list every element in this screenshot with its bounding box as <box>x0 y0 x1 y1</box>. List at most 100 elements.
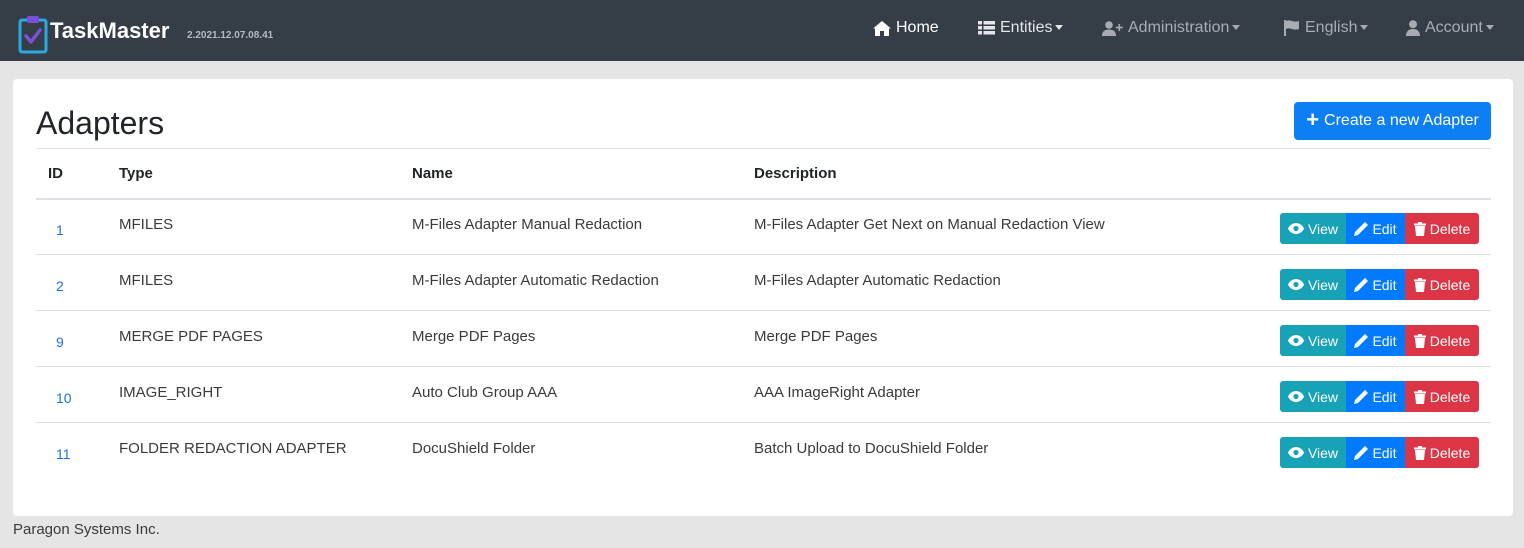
pencil-icon <box>1354 445 1369 460</box>
delete-button[interactable]: Delete <box>1405 213 1479 245</box>
nav-administration-label: Administration <box>1128 19 1230 36</box>
edit-label: Edit <box>1372 388 1397 405</box>
adapter-name: M-Files Adapter Manual Redaction <box>412 216 643 234</box>
adapter-name: Merge PDF Pages <box>412 328 536 345</box>
eye-icon <box>1287 279 1304 290</box>
adapter-name: Auto Club Group AAA <box>412 384 558 401</box>
view-button[interactable]: View <box>1280 437 1346 469</box>
cell-name: M-Files Adapter Automatic Redaction <box>400 254 742 311</box>
cell-actions: View Edit Delete <box>1242 310 1491 367</box>
cell-type: MERGE PDF PAGES <box>107 310 400 367</box>
pencil-icon <box>1354 277 1369 292</box>
nav-home-label: Home <box>896 19 939 36</box>
adapter-id-link[interactable]: 2 <box>56 278 64 294</box>
nav-language[interactable]: English <box>1284 19 1369 37</box>
cell-type: IMAGE_RIGHT <box>107 366 400 423</box>
cell-actions: View Edit Delete <box>1242 366 1491 423</box>
eye-icon <box>1287 447 1304 459</box>
delete-button[interactable]: Delete <box>1405 325 1479 356</box>
cell-actions: View Edit Delete <box>1242 422 1491 479</box>
create-adapter-label: Create a new Adapter <box>1324 112 1479 129</box>
row-actions: View Edit Delete <box>1254 381 1491 412</box>
column-header-description[interactable]: Description <box>742 148 1242 200</box>
delete-button[interactable]: Delete <box>1405 437 1479 469</box>
trash-icon <box>1413 333 1426 348</box>
user-plus-icon <box>1102 20 1123 36</box>
cell-id: 2 <box>36 254 107 311</box>
edit-button[interactable]: Edit <box>1346 381 1405 412</box>
pencil-icon <box>1354 389 1369 404</box>
table-row: 10 IMAGE_RIGHT Auto Club Group AAA AAA I… <box>36 366 1491 423</box>
edit-button[interactable]: Edit <box>1346 213 1405 245</box>
delete-label: Delete <box>1429 332 1471 349</box>
adapter-id-link[interactable]: 1 <box>56 222 64 238</box>
top-navbar: TaskMaster 2.2021.12.07.08.41 Home Entit… <box>0 0 1524 61</box>
adapter-description: Merge PDF Pages <box>754 328 878 345</box>
nav-account[interactable]: Account <box>1406 19 1494 37</box>
adapter-id-link[interactable]: 10 <box>56 390 72 406</box>
view-button[interactable]: View <box>1280 269 1346 300</box>
column-header-type[interactable]: Type <box>107 148 400 200</box>
view-label: View <box>1307 220 1339 237</box>
cell-description: AAA ImageRight Adapter <box>742 366 1242 423</box>
adapter-type: MFILES <box>119 216 174 234</box>
delete-button[interactable]: Delete <box>1405 269 1479 300</box>
pencil-icon <box>1354 333 1369 348</box>
delete-button[interactable]: Delete <box>1405 381 1479 412</box>
column-header-id[interactable]: ID <box>36 148 107 200</box>
chevron-down-icon <box>1360 24 1369 30</box>
nav-account-label: Account <box>1425 19 1483 36</box>
cell-description: M-Files Adapter Get Next on Manual Redac… <box>742 199 1242 255</box>
view-button[interactable]: View <box>1280 381 1346 412</box>
adapter-type: IMAGE_RIGHT <box>119 384 223 401</box>
cell-type: FOLDER REDACTION ADAPTER <box>107 422 400 479</box>
row-actions: View Edit Delete <box>1254 269 1491 300</box>
eye-icon <box>1287 335 1304 346</box>
cell-name: DocuShield Folder <box>400 422 742 479</box>
adapter-type: FOLDER REDACTION ADAPTER <box>119 440 347 458</box>
brand[interactable]: TaskMaster 2.2021.12.07.08.41 <box>18 14 273 55</box>
adapter-type: MFILES <box>119 272 174 289</box>
create-adapter-button[interactable]: + Create a new Adapter <box>1294 102 1491 140</box>
footer-company: Paragon Systems Inc. <box>13 521 160 538</box>
row-actions: View Edit Delete <box>1254 437 1491 469</box>
view-button[interactable]: View <box>1280 325 1346 356</box>
eye-icon <box>1287 391 1304 402</box>
delete-label: Delete <box>1429 388 1471 405</box>
cell-description: Merge PDF Pages <box>742 310 1242 367</box>
adapter-name: M-Files Adapter Automatic Redaction <box>412 272 659 289</box>
edit-button[interactable]: Edit <box>1346 325 1405 356</box>
adapter-id-link[interactable]: 9 <box>56 334 64 350</box>
edit-button[interactable]: Edit <box>1346 269 1405 300</box>
chevron-down-icon <box>1485 24 1494 30</box>
delete-label: Delete <box>1429 276 1471 293</box>
flag-icon <box>1284 20 1299 36</box>
adapter-description: M-Files Adapter Get Next on Manual Redac… <box>754 216 1105 234</box>
nav-administration[interactable]: Administration <box>1102 19 1241 37</box>
table-row: 11 FOLDER REDACTION ADAPTER DocuShield F… <box>36 422 1491 479</box>
cell-name: Auto Club Group AAA <box>400 366 742 423</box>
adapter-type: MERGE PDF PAGES <box>119 328 263 345</box>
adapter-id-link[interactable]: 11 <box>56 446 71 462</box>
cell-id: 11 <box>36 422 107 479</box>
table-row: 2 MFILES M-Files Adapter Automatic Redac… <box>36 254 1491 311</box>
brand-name: TaskMaster <box>50 18 170 43</box>
cell-type: MFILES <box>107 199 400 255</box>
cell-id: 1 <box>36 199 107 255</box>
adapters-table: ID Type Name Description 1 MFILES M-File… <box>36 148 1491 479</box>
edit-button[interactable]: Edit <box>1346 437 1405 469</box>
column-header-name[interactable]: Name <box>400 148 742 200</box>
plus-icon: + <box>1306 107 1320 132</box>
adapter-description: Batch Upload to DocuShield Folder <box>754 440 989 458</box>
view-button[interactable]: View <box>1280 213 1346 245</box>
table-header-row: ID Type Name Description <box>36 148 1491 200</box>
nav-entities[interactable]: Entities <box>978 19 1064 37</box>
cell-id: 10 <box>36 366 107 423</box>
cell-name: M-Files Adapter Manual Redaction <box>400 199 742 255</box>
eye-icon <box>1287 223 1304 235</box>
nav-home[interactable]: Home <box>873 19 939 37</box>
cell-actions: View Edit Delete <box>1242 254 1491 311</box>
cell-type: MFILES <box>107 254 400 311</box>
app-version: 2.2021.12.07.08.41 <box>187 30 274 41</box>
table-row: 9 MERGE PDF PAGES Merge PDF Pages Merge … <box>36 310 1491 367</box>
